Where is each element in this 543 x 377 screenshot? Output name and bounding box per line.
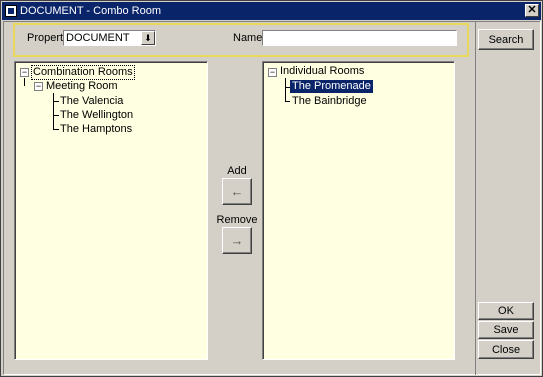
tree-root-individual-rooms[interactable]: Individual Rooms (280, 65, 364, 78)
tree-root-combination-rooms[interactable]: Combination Rooms (31, 65, 135, 80)
add-button[interactable]: ← (222, 178, 252, 205)
collapse-icon[interactable]: − (268, 68, 277, 77)
property-value: DOCUMENT (66, 32, 130, 44)
tree-connector (53, 129, 59, 130)
close-button[interactable]: Close (478, 340, 534, 359)
search-button-label: Search (488, 33, 524, 46)
ok-button[interactable]: OK (478, 302, 534, 320)
search-button[interactable]: Search (478, 29, 534, 50)
property-dropdown[interactable]: DOCUMENT ⬇ (63, 30, 156, 46)
combination-rooms-tree[interactable]: − Combination Rooms − Meeting Room The V… (14, 61, 208, 360)
title-bar: DOCUMENT - Combo Room ✕ (2, 2, 541, 20)
save-button[interactable]: Save (478, 321, 534, 339)
tree-connector (285, 78, 286, 102)
close-window-button[interactable]: ✕ (525, 4, 539, 17)
combo-room-window: DOCUMENT - Combo Room ✕ Property DOCUMEN… (0, 0, 543, 377)
tree-connector (53, 115, 59, 116)
tree-connector (53, 93, 54, 130)
arrow-left-icon: ← (230, 184, 244, 199)
save-button-label: Save (493, 324, 519, 336)
collapse-icon[interactable]: − (20, 68, 29, 77)
ok-button-label: OK (498, 305, 514, 317)
close-button-label: Close (491, 343, 521, 356)
add-label: Add (227, 165, 247, 177)
tree-connector (285, 101, 290, 102)
tree-item[interactable]: The Wellington (60, 109, 133, 122)
name-label: Name (233, 32, 263, 44)
window-title: DOCUMENT - Combo Room (20, 5, 161, 17)
remove-button[interactable]: → (222, 227, 252, 254)
collapse-icon[interactable]: − (34, 82, 43, 91)
tree-connector (24, 78, 25, 86)
tree-connector (53, 101, 59, 102)
tree-node-meeting-room[interactable]: Meeting Room (46, 80, 118, 93)
app-icon (5, 5, 17, 17)
tree-item[interactable]: The Valencia (60, 95, 123, 108)
tree-item[interactable]: The Bainbridge (292, 95, 367, 108)
remove-label: Remove (216, 214, 258, 226)
name-input[interactable] (262, 30, 457, 46)
tree-item-selected[interactable]: The Promenade (290, 80, 373, 93)
arrow-right-icon: → (230, 233, 244, 248)
dropdown-arrow-icon[interactable]: ⬇ (141, 31, 155, 45)
individual-rooms-tree[interactable]: − Individual Rooms The Promenade The Bai… (262, 61, 455, 360)
tree-item[interactable]: The Hamptons (60, 123, 132, 136)
